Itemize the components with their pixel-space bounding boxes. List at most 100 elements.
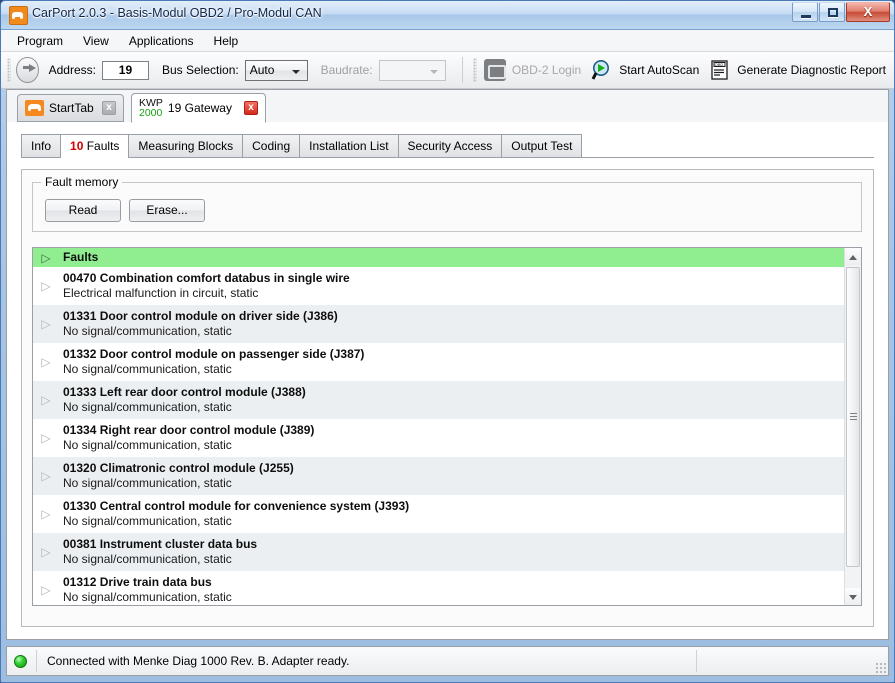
fault-detail: No signal/communication, static (63, 400, 232, 414)
fault-row[interactable]: ▷ 00381 Instrument cluster data bus No s… (33, 533, 844, 571)
start-autoscan-button[interactable]: Start AutoScan (589, 57, 707, 83)
fault-row[interactable]: ▷ 01332 Door control module on passenger… (33, 343, 844, 381)
baudrate-label: Baudrate: (320, 63, 373, 77)
chevron-down-icon (291, 69, 300, 74)
page-body: Info 10 Faults Measuring Blocks Coding I… (7, 122, 888, 639)
tab-measuring-blocks-label: Measuring Blocks (138, 139, 234, 153)
caret-up-icon (849, 255, 857, 260)
toolbar-separator (461, 57, 463, 83)
connect-arrow-icon[interactable] (16, 57, 39, 83)
fault-title: 01331 Door control module on driver side… (63, 309, 338, 323)
expander-icon[interactable]: ▷ (37, 280, 55, 292)
magnifier-play-icon (591, 59, 613, 81)
expander-icon[interactable]: ▷ (37, 318, 55, 330)
erase-button[interactable]: Erase... (129, 199, 205, 222)
fault-detail: No signal/communication, static (63, 362, 232, 376)
status-separator (36, 650, 37, 672)
close-icon: X (863, 4, 873, 19)
tab-faults-label: Faults (86, 139, 120, 153)
address-input[interactable] (101, 60, 149, 80)
tab-security-access-label: Security Access (407, 139, 493, 153)
scrollbar-grip-icon (850, 413, 857, 421)
fault-detail: No signal/communication, static (63, 476, 232, 490)
fault-list: ▷ Faults ▷ 00470 Combination comfort dat… (32, 247, 862, 606)
status-separator-2 (696, 650, 697, 672)
kwp-line2: 2000 (139, 107, 163, 119)
tab-info[interactable]: Info (21, 134, 62, 157)
fault-title: 00381 Instrument cluster data bus (63, 537, 258, 551)
bus-selection-select[interactable]: Auto (244, 59, 308, 81)
scrollbar-thumb[interactable] (846, 267, 860, 567)
doctab-starttab[interactable]: StartTab x (17, 94, 124, 122)
svg-text:OBD: OBD (715, 62, 724, 67)
start-autoscan-label: Start AutoScan (619, 63, 700, 77)
baudrate-select (378, 59, 446, 81)
menu-bar: Program View Applications Help (1, 30, 894, 52)
expander-icon[interactable]: ▷ (37, 470, 55, 482)
tab-installation-list-label: Installation List (309, 139, 389, 153)
fault-row[interactable]: ▷ 01331 Door control module on driver si… (33, 305, 844, 343)
generate-report-label: Generate Diagnostic Report (737, 63, 887, 77)
doctab-starttab-close-icon[interactable]: x (102, 101, 116, 115)
fault-detail: No signal/communication, static (63, 438, 232, 452)
expander-icon[interactable]: ▷ (37, 432, 55, 444)
tab-measuring-blocks[interactable]: Measuring Blocks (128, 134, 244, 157)
fault-title: 01333 Left rear door control module (J38… (63, 385, 306, 399)
fault-row[interactable]: ▷ 01312 Drive train data bus No signal/c… (33, 571, 844, 605)
fault-detail: No signal/communication, static (63, 324, 232, 338)
menu-item-program[interactable]: Program (7, 31, 73, 51)
tab-security-access[interactable]: Security Access (397, 134, 503, 157)
expander-icon[interactable]: ▷ (37, 252, 55, 264)
window-title: CarPort 2.0.3 - Basis-Modul OBD2 / Pro-M… (32, 6, 322, 20)
maximize-button[interactable] (819, 2, 845, 22)
fault-memory-legend: Fault memory (41, 175, 123, 189)
tab-coding[interactable]: Coding (242, 134, 301, 157)
fault-title: 00470 Combination comfort databus in sin… (63, 271, 350, 285)
menu-item-help[interactable]: Help (204, 31, 249, 51)
minimize-button[interactable] (792, 2, 818, 22)
obd-report-icon: OBD (709, 59, 731, 81)
app-car-icon (9, 6, 28, 25)
fault-title: 01332 Door control module on passenger s… (63, 347, 365, 361)
expander-icon[interactable]: ▷ (37, 508, 55, 520)
read-button[interactable]: Read (45, 199, 121, 222)
kwp-protocol-badge: KWP 2000 (139, 97, 163, 119)
expander-icon[interactable]: ▷ (37, 546, 55, 558)
fault-row[interactable]: ▷ 01330 Central control module for conve… (33, 495, 844, 533)
resize-grip-icon[interactable] (875, 662, 886, 673)
scroll-down-button[interactable] (845, 588, 861, 605)
menu-item-view[interactable]: View (73, 31, 119, 51)
menu-item-applications[interactable]: Applications (119, 31, 204, 51)
car-icon (25, 100, 44, 116)
doctab-gateway-label: 19 Gateway (167, 101, 232, 115)
fault-detail: No signal/communication, static (63, 552, 232, 566)
connection-status-led-icon (14, 654, 27, 668)
fault-memory-group: Fault memory Read Erase... (32, 175, 862, 232)
status-message: Connected with Menke Diag 1000 Rev. B. A… (47, 654, 350, 668)
minimize-icon (801, 15, 811, 18)
generate-report-button[interactable]: OBD Generate Diagnostic Report (707, 57, 894, 83)
toolbar-grip[interactable] (7, 58, 12, 82)
fault-row[interactable]: ▷ 01334 Right rear door control module (… (33, 419, 844, 457)
fault-row[interactable]: ▷ 00470 Combination comfort databus in s… (33, 267, 844, 305)
expander-icon[interactable]: ▷ (37, 394, 55, 406)
scroll-up-button[interactable] (845, 248, 861, 265)
fault-list-header-row[interactable]: ▷ Faults (33, 248, 844, 267)
fault-list-scrollbar[interactable] (844, 248, 861, 605)
expander-icon[interactable]: ▷ (37, 584, 55, 596)
title-bar: CarPort 2.0.3 - Basis-Modul OBD2 / Pro-M… (1, 1, 894, 30)
tab-installation-list[interactable]: Installation List (299, 134, 399, 157)
obd2-login-label: OBD-2 Login (511, 63, 582, 77)
toolbar-grip-2[interactable] (472, 58, 477, 82)
fault-row[interactable]: ▷ 01320 Climatronic control module (J255… (33, 457, 844, 495)
expander-icon[interactable]: ▷ (37, 356, 55, 368)
function-tab-strip: Info 10 Faults Measuring Blocks Coding I… (21, 134, 874, 158)
fault-title: 01312 Drive train data bus (63, 575, 212, 589)
fault-row[interactable]: ▷ 01333 Left rear door control module (J… (33, 381, 844, 419)
doctab-gateway-close-icon[interactable]: x (244, 101, 258, 115)
tab-faults[interactable]: 10 Faults (60, 134, 130, 158)
fault-detail: Electrical malfunction in circuit, stati… (63, 286, 259, 300)
tab-output-test[interactable]: Output Test (501, 134, 583, 157)
close-button[interactable]: X (846, 2, 890, 22)
doctab-gateway[interactable]: KWP 2000 19 Gateway x (131, 93, 266, 123)
